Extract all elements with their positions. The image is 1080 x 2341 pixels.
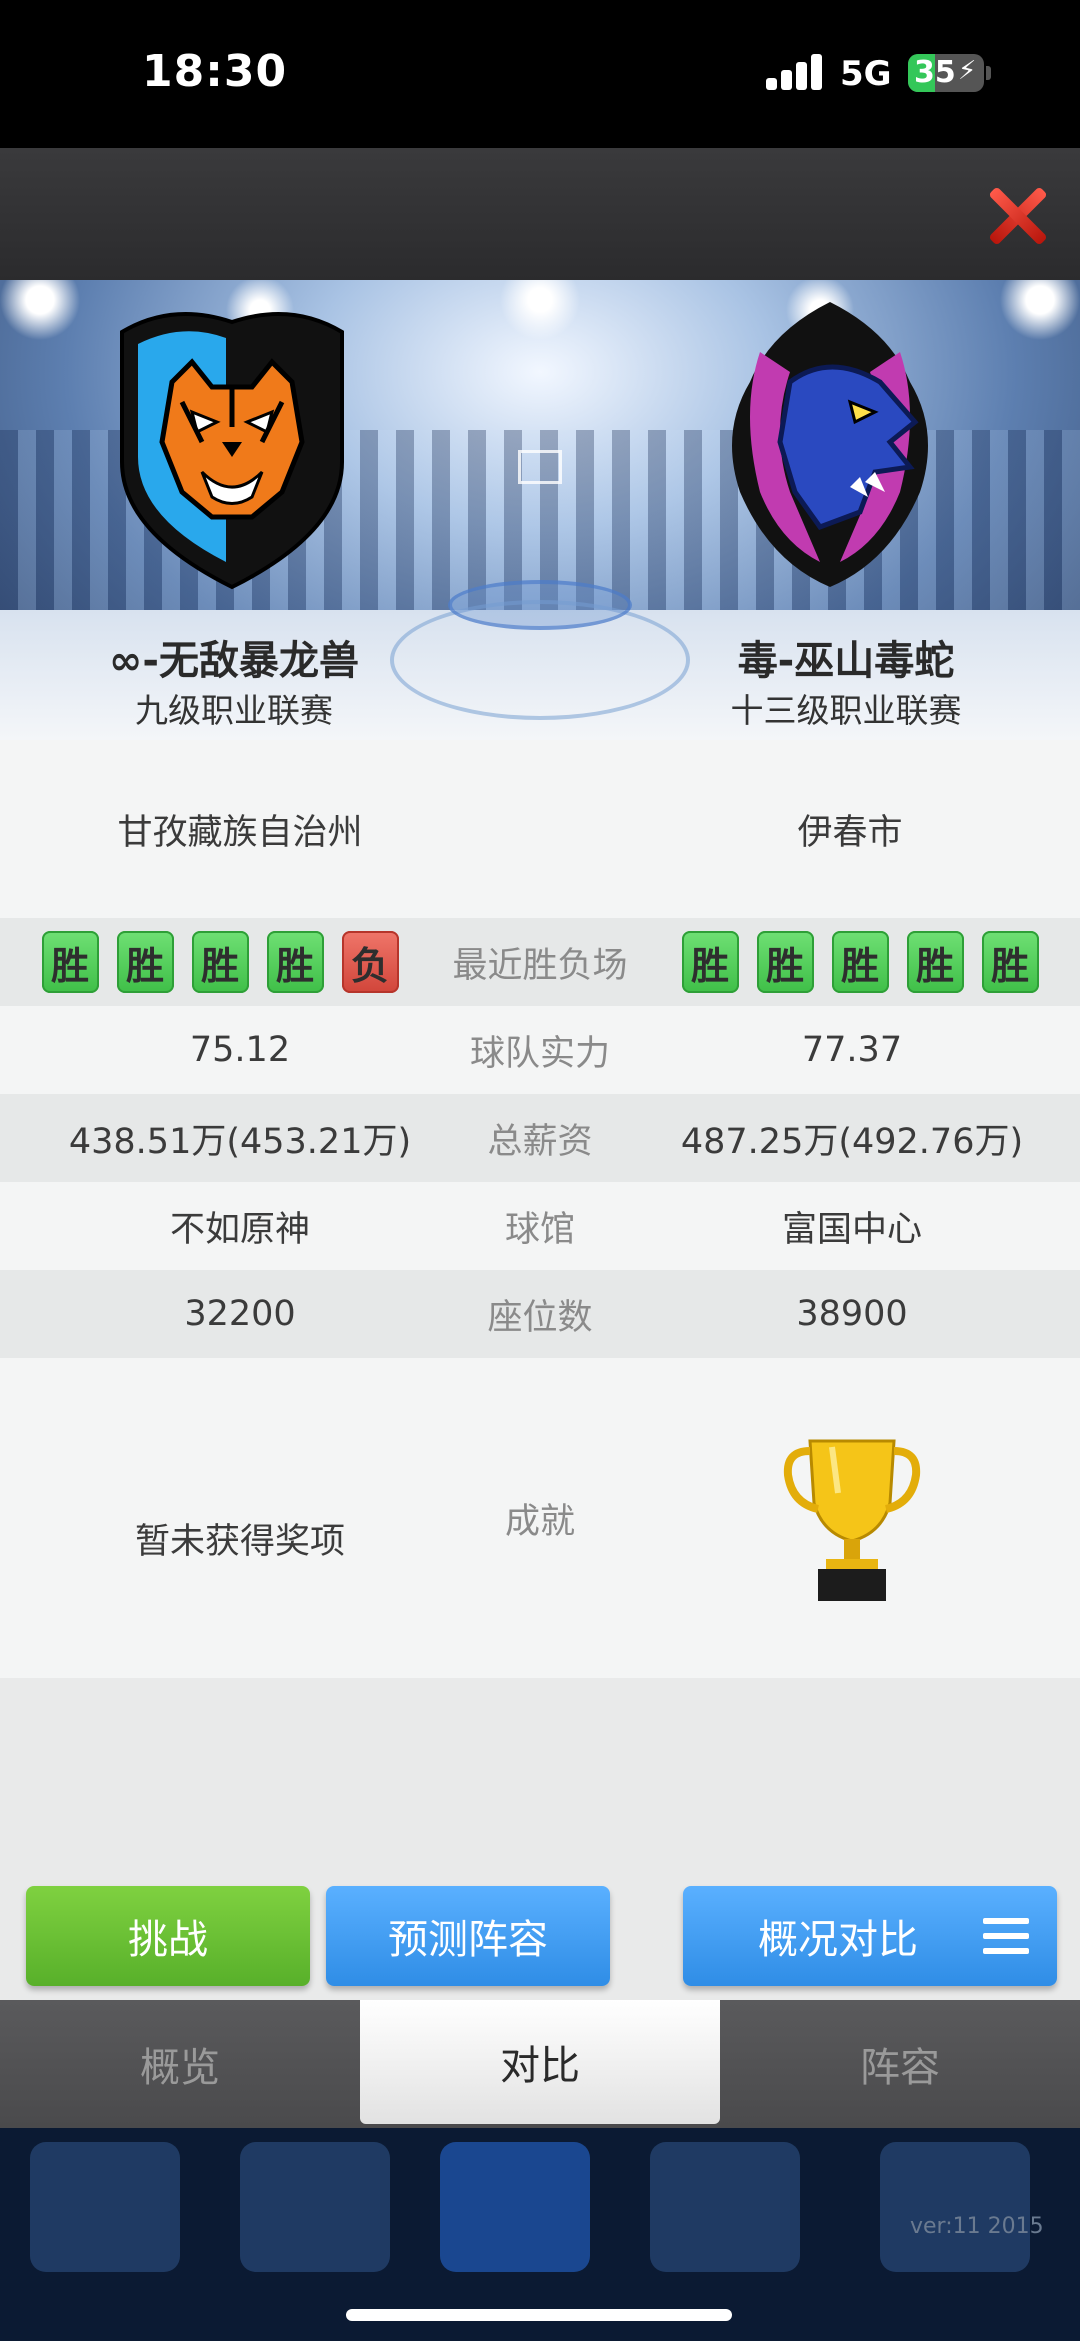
right-result-badge-2: 胜 — [756, 931, 814, 993]
predict-lineup-button[interactable]: 预测阵容 — [326, 1886, 610, 1986]
arena-row: 不如原神 球馆 富国中心 — [0, 1182, 1080, 1270]
arena-label: 球馆 — [504, 1209, 575, 1250]
battery-level: 35 — [914, 55, 956, 90]
right-city: 伊春市 — [797, 812, 903, 853]
right-recent-results: 胜胜胜胜胜 — [681, 931, 1039, 993]
home-indicator[interactable] — [346, 2309, 732, 2321]
challenge-button[interactable]: 挑战 — [26, 1886, 310, 1986]
salary-row: 438.51万(453.21万) 总薪资 487.25万(492.76万) — [0, 1094, 1080, 1182]
strength-label: 球队实力 — [469, 1033, 610, 1074]
left-strength: 75.12 — [189, 1030, 291, 1070]
trophy-icon[interactable] — [782, 1433, 922, 1603]
overview-compare-button[interactable]: 概况对比 — [683, 1886, 1057, 1986]
city-label — [420, 740, 660, 918]
comparison-table: 甘孜藏族自治州 伊春市 胜胜胜胜负 最近胜负场 胜胜胜胜胜 75.12 球队实力… — [0, 740, 1080, 2000]
overview-compare-label: 概况对比 — [758, 1917, 918, 1963]
left-salary: 438.51万(453.21万) — [68, 1121, 412, 1162]
battery-tip — [986, 66, 991, 80]
right-result-badge-5: 胜 — [981, 931, 1039, 993]
battery-icon: 35 ⚡ — [908, 54, 984, 92]
right-result-badge-4: 胜 — [906, 931, 964, 993]
hoop-icon — [518, 450, 562, 484]
left-recent-results: 胜胜胜胜负 — [41, 931, 399, 993]
court-center — [448, 580, 632, 630]
strength-row: 75.12 球队实力 77.37 — [0, 1006, 1080, 1094]
menu-icon[interactable] — [983, 1918, 1029, 1954]
signal-icon — [766, 54, 824, 90]
tab-bar: 概览 对比 阵容 — [0, 2000, 1080, 2128]
right-salary: 487.25万(492.76万) — [680, 1121, 1024, 1162]
seats-row: 32200 座位数 38900 — [0, 1270, 1080, 1358]
city-row: 甘孜藏族自治州 伊春市 — [0, 740, 1080, 918]
recent-results-label: 最近胜负场 — [452, 945, 628, 986]
right-arena: 富国中心 — [781, 1209, 922, 1250]
left-seats: 32200 — [184, 1294, 296, 1334]
dialog-header — [0, 148, 1080, 280]
left-result-badge-1: 胜 — [41, 931, 99, 993]
dragon-logo[interactable] — [700, 292, 960, 592]
right-strength: 77.37 — [801, 1030, 903, 1070]
tab-overview[interactable]: 概览 — [0, 2000, 360, 2128]
left-team-league: 九级职业联赛 — [135, 691, 333, 730]
arena-banner: ∞-无敌暴龙兽 九级职业联赛 毒-巫山毒蛇 十三级职业联赛 — [0, 280, 1080, 740]
left-achievements: 暂未获得奖项 — [134, 1521, 345, 1562]
achievements-row: 暂未获得奖项 成就 — [0, 1358, 1080, 1678]
left-city: 甘孜藏族自治州 — [117, 812, 363, 853]
status-bar: 18:30 5G 35 ⚡ — [0, 0, 1080, 148]
left-result-badge-3: 胜 — [191, 931, 249, 993]
tab-lineup[interactable]: 阵容 — [720, 2000, 1080, 2128]
right-seats: 38900 — [796, 1294, 908, 1334]
right-result-badge-1: 胜 — [681, 931, 739, 993]
left-result-badge-2: 胜 — [116, 931, 174, 993]
tab-compare[interactable]: 对比 — [360, 2000, 720, 2124]
left-result-badge-4: 胜 — [266, 931, 324, 993]
left-team-name: ∞-无敌暴龙兽 — [109, 638, 359, 684]
status-time: 18:30 — [142, 46, 288, 97]
version-text: ver:11 2015 — [910, 2214, 1044, 2239]
right-result-badge-3: 胜 — [831, 931, 889, 993]
charging-icon: ⚡ — [958, 56, 977, 86]
left-result-badge-5: 负 — [341, 931, 399, 993]
close-icon[interactable] — [986, 184, 1048, 246]
salary-label: 总薪资 — [487, 1121, 593, 1162]
seats-label: 座位数 — [487, 1297, 593, 1338]
tiger-shield-logo[interactable] — [102, 292, 362, 592]
network-type: 5G — [840, 54, 892, 94]
recent-results-row: 胜胜胜胜负 最近胜负场 胜胜胜胜胜 — [0, 918, 1080, 1006]
achievements-label: 成就 — [504, 1501, 575, 1542]
right-team-league: 十三级职业联赛 — [730, 691, 962, 730]
right-team-name: 毒-巫山毒蛇 — [737, 638, 955, 684]
left-arena: 不如原神 — [169, 1209, 310, 1250]
